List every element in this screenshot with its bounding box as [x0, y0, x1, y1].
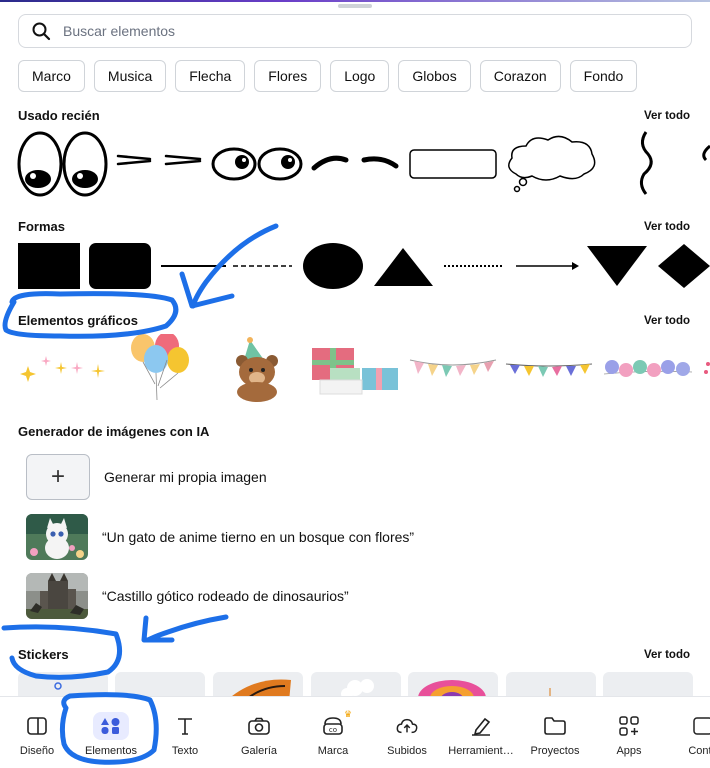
- nav-label: Conte: [688, 745, 710, 757]
- camera-icon: [248, 715, 270, 737]
- cloud-upload-icon: [396, 715, 418, 737]
- gothic-castle-thumbnail: [26, 573, 88, 619]
- elements-icon: [93, 712, 129, 740]
- shapes-section-title: Formas: [18, 219, 65, 234]
- nav-item-content[interactable]: Conte: [666, 697, 710, 768]
- cartoon-eyes-sticker[interactable]: [17, 131, 108, 197]
- category-chips: Marco Musica Flecha Flores Logo Globos C…: [18, 60, 710, 92]
- nav-item-text[interactable]: Texto: [148, 697, 222, 768]
- rounded-square-shape[interactable]: [89, 243, 151, 289]
- chip-flores[interactable]: Flores: [254, 60, 322, 92]
- graphics-see-all-link[interactable]: Ver todo: [644, 315, 690, 327]
- crown-icon: ♛: [344, 709, 353, 719]
- brand-icon: co: [322, 715, 344, 737]
- nav-item-gallery[interactable]: Galería: [222, 697, 296, 768]
- chip-musica[interactable]: Musica: [93, 60, 167, 92]
- ai-prompt-gothic-castle[interactable]: “Castillo gótico rodeado de dinosaurios”: [26, 573, 349, 619]
- search-input[interactable]: [63, 23, 663, 39]
- inverted-triangle-shape[interactable]: [587, 246, 647, 286]
- ai-section-title: Generador de imágenes con IA: [18, 424, 210, 439]
- graphics-section-title: Elementos gráficos: [18, 313, 138, 328]
- gift-boxes-graphic[interactable]: [312, 348, 398, 395]
- nav-label: Subidos: [387, 745, 427, 757]
- ai-generate-own-item[interactable]: + Generar mi propia imagen: [26, 454, 267, 500]
- partial-graphic[interactable]: [704, 362, 710, 374]
- chip-corazon[interactable]: Corazon: [479, 60, 561, 92]
- balloon-garland-graphic[interactable]: [603, 360, 693, 377]
- wavy-line-sticker[interactable]: [639, 131, 653, 195]
- panel-drag-handle[interactable]: [338, 4, 372, 8]
- recent-section-title: Usado recién: [18, 108, 100, 123]
- nav-item-uploads[interactable]: Subidos: [370, 697, 444, 768]
- nav-label: Texto: [171, 745, 199, 757]
- text-icon: [174, 715, 196, 737]
- search-box[interactable]: [18, 14, 692, 48]
- nav-item-elements[interactable]: Elementos: [74, 697, 148, 768]
- stickers-see-all-link[interactable]: Ver todo: [644, 649, 690, 661]
- shapes-see-all-link[interactable]: Ver todo: [644, 221, 690, 233]
- nav-item-apps[interactable]: Apps: [592, 697, 666, 768]
- ai-item-label: “Un gato de anime tierno en un bosque co…: [102, 529, 415, 545]
- pen-tool-icon: [470, 715, 492, 737]
- ai-item-label: Generar mi propia imagen: [104, 469, 267, 485]
- chip-logo[interactable]: Logo: [330, 60, 390, 92]
- arrow-line-shape[interactable]: [516, 262, 579, 270]
- nav-label: Apps: [616, 745, 642, 757]
- nav-label: Proyectos: [530, 745, 580, 757]
- chip-globos[interactable]: Globos: [398, 60, 471, 92]
- chip-marco[interactable]: Marco: [18, 60, 85, 92]
- round-eyes-sticker[interactable]: [211, 147, 303, 181]
- apps-icon: [618, 715, 640, 737]
- pennant-banner-graphic[interactable]: [409, 359, 497, 377]
- sparkles-graphic[interactable]: [20, 356, 105, 382]
- nav-label: Diseño: [19, 745, 55, 757]
- nav-item-brand[interactable]: ♛ co Marca: [296, 697, 370, 768]
- nav-label: Marca: [317, 745, 349, 757]
- folder-icon: [544, 715, 566, 737]
- recent-elements-row[interactable]: [0, 126, 710, 198]
- nav-item-tools[interactable]: Herramient…: [444, 697, 518, 768]
- thought-cloud-sticker[interactable]: [508, 135, 596, 193]
- plus-icon: +: [26, 454, 90, 500]
- nav-label: Elementos: [85, 745, 137, 757]
- search-icon: [32, 22, 51, 41]
- stickers-section-title: Stickers: [18, 647, 69, 662]
- triangle-shape[interactable]: [374, 248, 433, 286]
- circle-shape[interactable]: [303, 243, 363, 289]
- nav-item-design[interactable]: Diseño: [0, 697, 74, 768]
- anime-cat-thumbnail: [26, 514, 88, 560]
- nav-label: Galería: [240, 745, 278, 757]
- annotation-arrow-stickers: [145, 614, 229, 643]
- rectangle-outline-shape[interactable]: [409, 149, 497, 179]
- nav-label: Herramient…: [448, 745, 514, 757]
- partial-sticker[interactable]: [702, 144, 710, 162]
- bottom-navigation: Diseño Elementos Texto Galería ♛ co Marc…: [0, 696, 710, 768]
- squint-eyes-sticker[interactable]: [116, 154, 202, 166]
- chip-flecha[interactable]: Flecha: [175, 60, 246, 92]
- shapes-row[interactable]: [0, 240, 710, 292]
- party-bear-graphic[interactable]: [236, 337, 278, 402]
- bunting-banner-graphic[interactable]: [505, 363, 593, 377]
- nav-item-projects[interactable]: Proyectos: [518, 697, 592, 768]
- recent-see-all-link[interactable]: Ver todo: [644, 110, 690, 122]
- diamond-shape[interactable]: [658, 244, 710, 288]
- square-shape[interactable]: [18, 243, 80, 289]
- window-top-edge: [0, 0, 710, 2]
- svg-text:co: co: [329, 726, 337, 734]
- graphics-row[interactable]: [0, 334, 710, 404]
- layout-icon: [26, 715, 48, 737]
- ai-item-label: “Castillo gótico rodeado de dinosaurios”: [102, 588, 349, 604]
- balloons-graphic[interactable]: [131, 334, 189, 401]
- ai-prompt-anime-cat[interactable]: “Un gato de anime tierno en un bosque co…: [26, 514, 414, 560]
- content-icon: [692, 715, 710, 737]
- chip-fondo[interactable]: Fondo: [569, 60, 638, 92]
- eyebrows-sticker[interactable]: [311, 155, 399, 171]
